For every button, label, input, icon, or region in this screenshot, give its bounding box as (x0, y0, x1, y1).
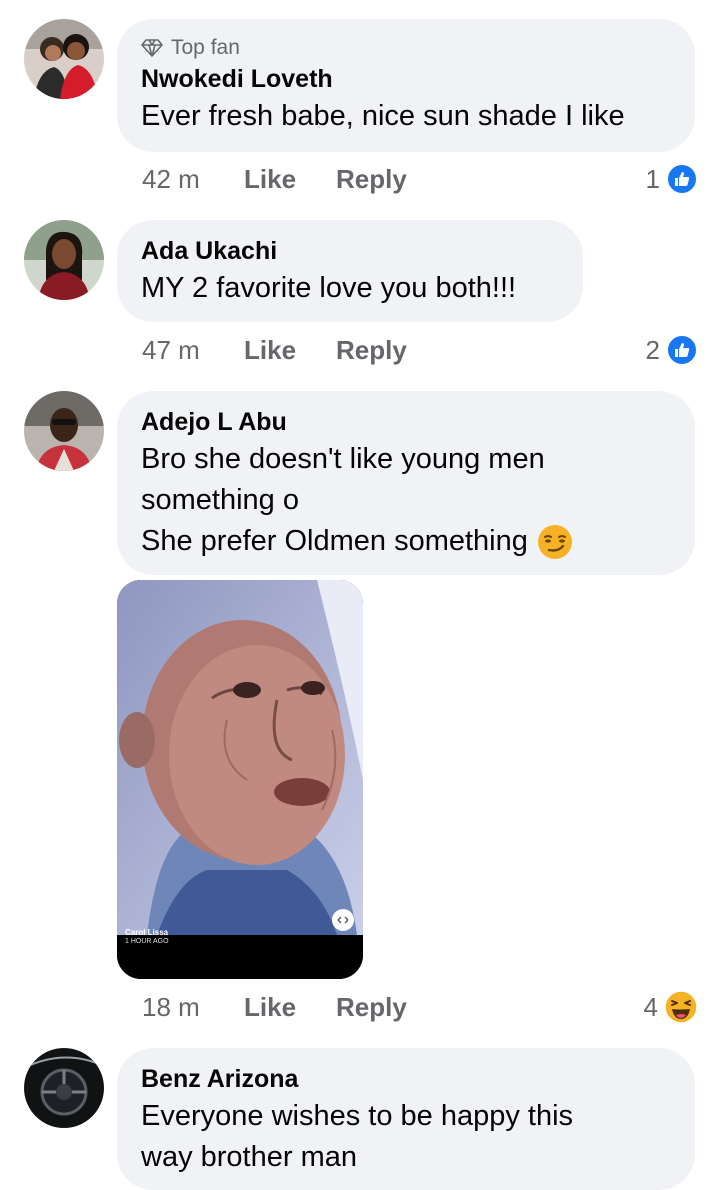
comment-text: Ever fresh babe, nice sun shade I like (141, 100, 625, 132)
author-name[interactable]: Ada Ukachi (141, 236, 559, 266)
comment-text: Bro she doesn't like young men something… (141, 439, 671, 562)
diamond-icon (141, 39, 163, 57)
author-name[interactable]: Benz Arizona (141, 1064, 671, 1094)
reaction-count: 1 (645, 163, 660, 194)
like-button[interactable]: Like (244, 335, 336, 366)
reply-button[interactable]: Reply (336, 992, 407, 1023)
author-name[interactable]: Nwokedi Loveth (141, 64, 671, 94)
comment-actions: 42 m Like Reply (142, 162, 407, 196)
comment-text-line: Bro she doesn't like young men (141, 443, 545, 475)
photo-caption-time: 1 HOUR AGO (125, 938, 169, 945)
reaction-count: 2 (645, 334, 660, 365)
comment-text-line: She prefer Oldmen something (141, 525, 528, 557)
comment-bubble: Benz Arizona Everyone wishes to be happy… (117, 1048, 695, 1190)
photo-caption-name: Carol Lissa (125, 928, 169, 937)
comment-bubble: Ada Ukachi MY 2 favorite love you both!!… (117, 220, 583, 322)
smirk-emoji-icon (537, 524, 572, 559)
timestamp[interactable]: 47 m (142, 335, 244, 366)
reply-button[interactable]: Reply (336, 164, 407, 195)
like-icon (666, 334, 698, 366)
comment-text-line: way brother man (141, 1141, 357, 1173)
comment-text: MY 2 favorite love you both!!! (141, 272, 517, 304)
comment-text-line: something o (141, 484, 299, 516)
comment-bubble: Adejo L Abu Bro she doesn't like young m… (117, 391, 695, 575)
comment-actions: 18 m Like Reply (142, 990, 407, 1024)
reaction-summary[interactable]: 2 (646, 333, 698, 367)
comment-bubble: Top fan Nwokedi Loveth Ever fresh babe, … (117, 19, 695, 152)
comment-text-line: Everyone wishes to be happy this (141, 1100, 574, 1132)
comment-text: Everyone wishes to be happy this way bro… (141, 1096, 671, 1178)
reaction-summary[interactable]: 1 (646, 162, 698, 196)
avatar[interactable] (24, 19, 104, 99)
like-button[interactable]: Like (244, 992, 336, 1023)
haha-icon (664, 990, 698, 1024)
comment-actions: 47 m Like Reply (142, 333, 407, 367)
badge-label: Top fan (171, 36, 240, 59)
like-icon (666, 163, 698, 195)
timestamp[interactable]: 42 m (142, 164, 244, 195)
attached-photo[interactable]: Carol Lissa 1 HOUR AGO (117, 580, 363, 979)
comment-text-row: She prefer Oldmen something (141, 521, 671, 562)
avatar[interactable] (24, 220, 104, 300)
reaction-summary[interactable]: 4 (644, 990, 698, 1024)
reaction-count: 4 (643, 991, 658, 1022)
author-name[interactable]: Adejo L Abu (141, 407, 671, 437)
timestamp[interactable]: 18 m (142, 992, 244, 1023)
avatar[interactable] (24, 391, 104, 471)
top-fan-badge: Top fan (141, 36, 671, 60)
like-button[interactable]: Like (244, 164, 336, 195)
avatar[interactable] (24, 1048, 104, 1128)
reply-button[interactable]: Reply (336, 335, 407, 366)
